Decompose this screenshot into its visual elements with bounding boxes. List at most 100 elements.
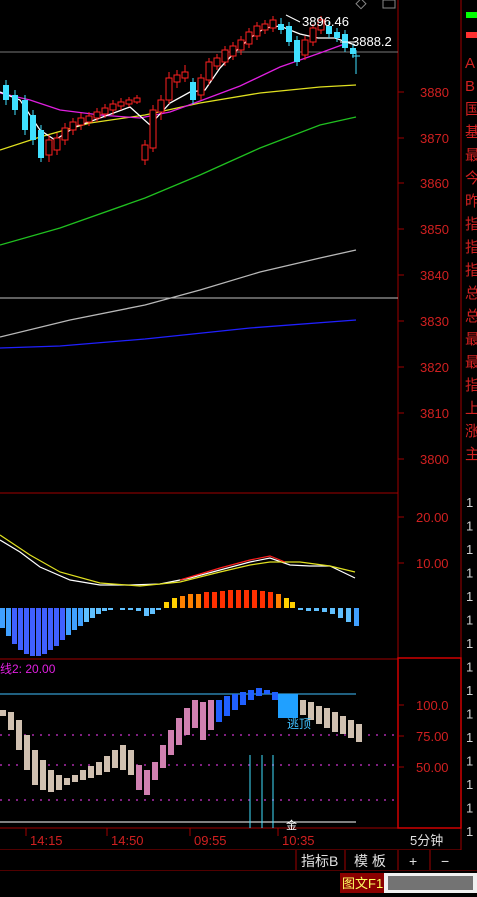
indicator-bar <box>112 750 118 768</box>
candle <box>342 30 348 52</box>
candle <box>117 98 125 110</box>
indicator-bar <box>120 745 126 770</box>
indicator-bar <box>144 770 150 795</box>
side-info-digit: 1 <box>466 636 473 651</box>
indicator-bar <box>232 694 238 710</box>
side-info-char: 指 <box>465 262 477 279</box>
side-info-digit: 1 <box>466 801 473 816</box>
indicator-bar <box>40 760 46 790</box>
side-info-panel: AB国基最今昨指指指总总最最指上涨主 <box>465 55 477 463</box>
macd-bar <box>0 608 5 628</box>
side-info-char: 今 <box>465 170 477 187</box>
indicator-button[interactable]: 指标B <box>301 853 338 869</box>
indicator-bar <box>332 712 338 732</box>
macd-bar <box>156 608 161 610</box>
window-button[interactable] <box>382 0 396 9</box>
side-info-char: 主 <box>465 446 477 463</box>
candle <box>69 118 77 135</box>
candle <box>12 90 18 115</box>
macd-bar <box>172 598 177 608</box>
candle <box>30 110 36 145</box>
side-info-digit: 1 <box>466 777 473 792</box>
svg-text:75.00: 75.00 <box>416 729 449 744</box>
macd-bar <box>136 608 141 611</box>
side-info-digit: 1 <box>466 589 473 604</box>
macd-bar <box>6 608 11 636</box>
template-button[interactable]: 模 板 <box>354 853 386 869</box>
zoom-in-button[interactable]: + <box>409 853 417 869</box>
indicator-guides <box>0 693 398 828</box>
side-info-digit: 1 <box>466 519 473 534</box>
indicator-bar <box>72 775 78 782</box>
side-info-char: B <box>465 78 475 95</box>
side-info-char: 最 <box>465 331 477 348</box>
macd-bar <box>72 608 77 630</box>
indicator-bar <box>200 702 206 740</box>
macd-bar <box>260 591 265 608</box>
macd-bar <box>42 608 47 654</box>
candle <box>269 16 277 32</box>
macd-bar <box>90 608 95 618</box>
zoom-out-button[interactable]: − <box>441 853 449 869</box>
indicator-bar <box>104 756 110 772</box>
candle <box>190 78 196 104</box>
macd-bar <box>338 608 343 618</box>
svg-text:50.00: 50.00 <box>416 760 449 775</box>
macd-bar <box>24 608 29 654</box>
side-info-char: 最 <box>465 147 477 164</box>
macd-bar <box>108 608 113 610</box>
candle <box>22 95 28 135</box>
macd-bar <box>252 590 257 608</box>
svg-text:3810: 3810 <box>420 406 449 421</box>
candle <box>77 113 85 130</box>
high-price-marker: 3896.46 <box>285 14 349 29</box>
ma30-line <box>0 116 357 246</box>
indicator-bar <box>48 770 54 792</box>
side-info-char: 最 <box>465 354 477 371</box>
macd-bar <box>48 608 53 650</box>
macd-bar <box>84 608 89 622</box>
indicator-bar <box>324 708 330 728</box>
svg-text:10.00: 10.00 <box>416 556 449 571</box>
golden-cross-label: 金 <box>286 818 297 832</box>
indicator-bar <box>176 718 182 745</box>
candle <box>261 20 269 34</box>
indicator-bar <box>348 720 354 738</box>
current-price-label: 3888.2 <box>352 34 392 49</box>
svg-text:3850: 3850 <box>420 222 449 237</box>
macd-bar <box>78 608 83 626</box>
indicator-bar <box>272 692 278 700</box>
graphic-f1-label[interactable]: 图文F1 <box>342 876 383 891</box>
up-color-swatch <box>466 12 477 18</box>
side-info-digit: 1 <box>466 495 473 510</box>
macd-bar <box>314 608 319 611</box>
period-selector[interactable]: 5分钟 <box>410 833 443 848</box>
svg-text:3820: 3820 <box>420 360 449 375</box>
macd-bar <box>96 608 101 614</box>
indicator-bars <box>0 688 362 795</box>
price-axis-ticks <box>398 91 404 460</box>
indicator-bar <box>16 720 22 750</box>
svg-text:14:50: 14:50 <box>111 833 144 848</box>
candle <box>197 74 205 100</box>
indicator-bar <box>96 762 102 775</box>
indicator-bar <box>152 762 158 780</box>
side-info-digit: 1 <box>466 754 473 769</box>
side-info-digit: 1 <box>466 707 473 722</box>
candle <box>221 46 229 66</box>
side-info-digit: 1 <box>466 730 473 745</box>
side-info-char: 涨 <box>465 423 477 440</box>
diamond-icon[interactable] <box>355 0 367 10</box>
indicator-bar <box>300 700 306 715</box>
macd-bar <box>306 608 311 611</box>
svg-text:100.0: 100.0 <box>416 698 449 713</box>
dea-line <box>0 534 356 587</box>
candle <box>165 72 173 104</box>
indicator-bar <box>240 692 246 705</box>
escape-top-signal-box <box>278 694 298 718</box>
candle <box>181 65 189 82</box>
indicator-bar <box>128 750 134 775</box>
macd-bar <box>236 590 241 608</box>
indicator-bar <box>80 770 86 780</box>
macd-bar <box>212 592 217 608</box>
